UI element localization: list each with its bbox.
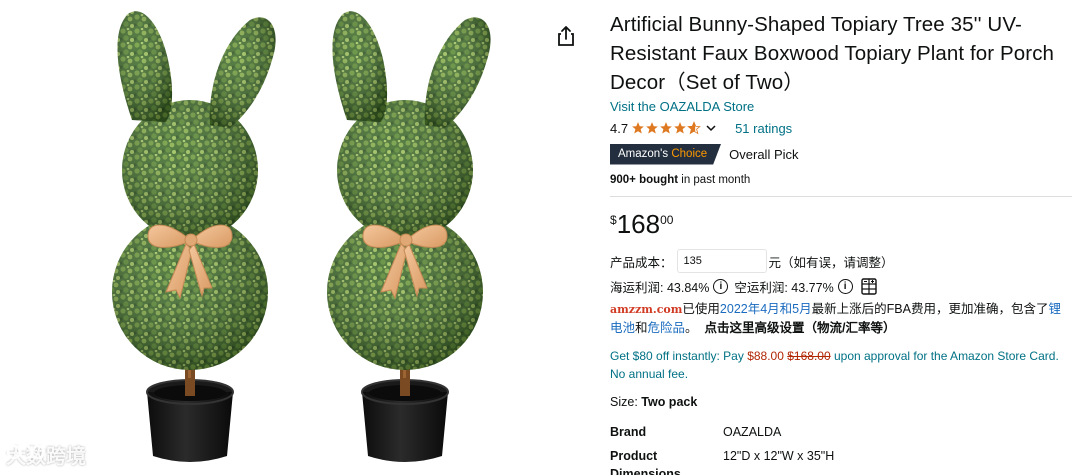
store-card-offer[interactable]: Get $80 off instantly: Pay $88.00 $168.0… (610, 347, 1068, 383)
amazons-choice-row: Amazon's Choice Overall Pick (610, 143, 1070, 165)
product-specs: Brand OAZALDA Product Dimensions 12"D x … (610, 423, 1070, 475)
spec-value: 12"D x 12"W x 35"H (723, 449, 835, 463)
rating-row: 4.7 51 ratings (610, 118, 1070, 138)
product-title: Artificial Bunny-Shaped Topiary Tree 35'… (610, 13, 1055, 94)
chevron-down-icon[interactable] (705, 122, 717, 134)
price-fraction: 00 (660, 213, 674, 227)
size-selection: Size: Two pack (610, 395, 1070, 409)
star-icon (674, 122, 686, 134)
product-info: Artificial Bunny-Shaped Topiary Tree 35'… (610, 10, 1072, 475)
star-icon (646, 122, 658, 134)
sea-profit: 海运利润: 43.84% (610, 280, 710, 295)
ratings-count-link[interactable]: 51 ratings (735, 121, 792, 136)
share-button[interactable] (554, 24, 578, 48)
offer-old-price: $168.00 (787, 349, 831, 363)
bought-in-past-month: 900+ bought in past month (610, 173, 1070, 187)
air-profit: 空运利润: 43.77% (734, 280, 834, 295)
spec-row: Product Dimensions 12"D x 12"W x 35"H (610, 447, 1070, 475)
bought-suffix: in past month (678, 174, 751, 186)
amzzm-fba-note[interactable]: amzzm.com已使用2022年4月和5月最新上涨后的FBA费用，更加准确，包… (610, 300, 1068, 337)
note-text: 和 (635, 321, 648, 335)
watermark-logo-icon (6, 444, 46, 460)
rating-value: 4.7 (610, 120, 629, 136)
divider (610, 196, 1072, 197)
offer-text: Get $80 off instantly: Pay (610, 349, 748, 363)
product-cost-row: 产品成本： 元（如有误，请调整） (610, 248, 1070, 274)
calculator-icon[interactable] (860, 277, 877, 295)
note-text: 已使用 (682, 302, 720, 316)
note-text: 。 (685, 321, 698, 335)
badge-word: Choice (671, 147, 708, 160)
spec-label: Product Dimensions (610, 449, 681, 475)
share-icon (558, 26, 574, 46)
price: $ 168 00 (610, 210, 1070, 240)
advanced-settings-link[interactable]: 点击这里高级设置（物流/汇率等） (705, 321, 896, 335)
star-rating[interactable] (631, 121, 701, 135)
info-icon[interactable]: i (837, 278, 853, 294)
product-image[interactable]: 大数跨境 (0, 0, 545, 475)
star-icon (632, 122, 644, 134)
spec-label: Brand (610, 425, 647, 439)
store-link[interactable]: Visit the OAZALDA Store (610, 99, 1070, 115)
amzzm-brand: amzzm.com (610, 303, 683, 316)
price-whole: 168 (616, 209, 661, 239)
size-label: Size: (610, 395, 642, 409)
spec-row: Brand OAZALDA (610, 423, 1070, 441)
offer-pay-price: $88.00 (747, 349, 784, 363)
product-cost-label: 产品成本： (610, 255, 673, 270)
overall-pick-label: Overall Pick (729, 146, 799, 162)
note-hazmat: 危险品 (647, 321, 686, 335)
amazons-choice-badge[interactable]: Amazon's Choice (610, 144, 721, 165)
bunny-topiary-image (111, 10, 492, 463)
product-cost-suffix: 元（如有误，请调整） (768, 255, 894, 270)
star-icon (660, 122, 672, 134)
note-date: 2022年4月和5月 (719, 302, 812, 316)
profit-row: 海运利润: 43.84% i 空运利润: 43.77% i (610, 276, 1070, 296)
watermark: 大数跨境 (6, 440, 86, 469)
spec-value: OAZALDA (723, 425, 782, 439)
size-value: Two pack (641, 395, 698, 409)
product-cost-input[interactable] (676, 249, 767, 273)
note-text: 最新上涨后的FBA费用，更加准确，包含了 (811, 302, 1049, 316)
star-half-icon (687, 121, 701, 135)
price-symbol: $ (610, 213, 617, 227)
info-icon[interactable]: i (713, 278, 729, 294)
bought-count: 900+ bought (610, 174, 679, 186)
badge-prefix: Amazon's (618, 147, 669, 160)
